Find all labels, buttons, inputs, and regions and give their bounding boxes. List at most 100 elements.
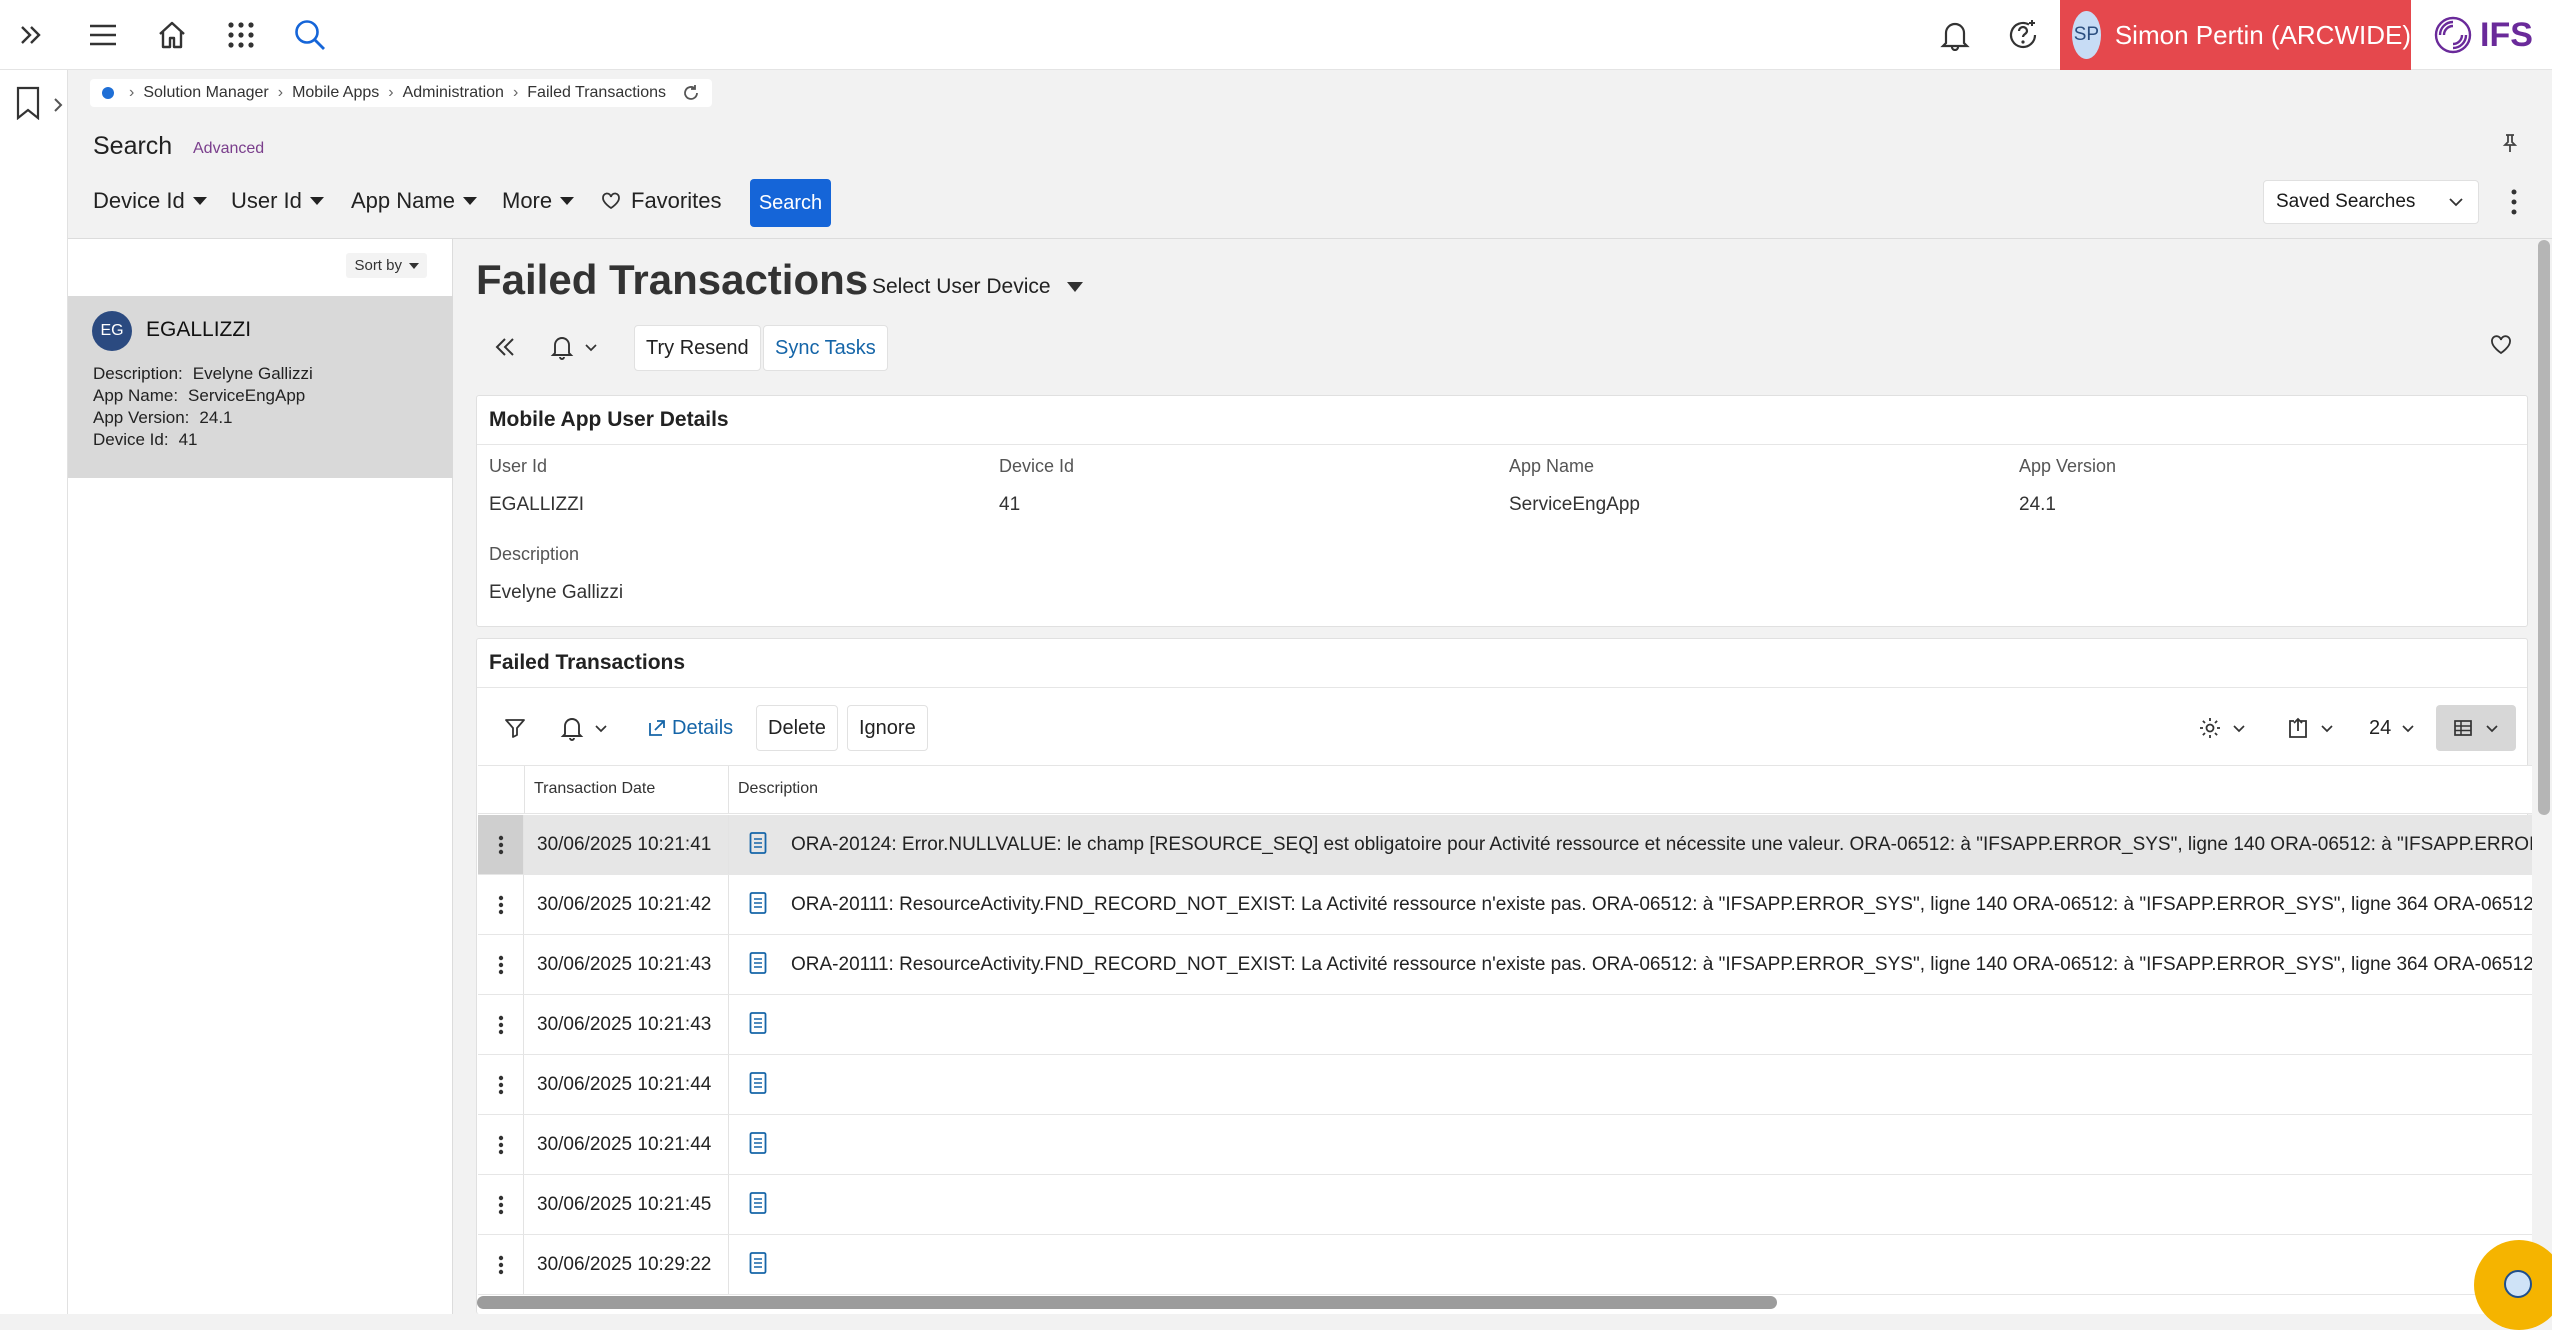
assistant-floating-button[interactable] xyxy=(2474,1240,2552,1330)
filter-more[interactable]: More xyxy=(502,188,575,214)
row-menu-icon[interactable] xyxy=(478,815,524,874)
breadcrumb-mobile-apps[interactable]: Mobile Apps xyxy=(292,84,379,102)
table-view-icon xyxy=(2453,719,2473,737)
document-icon[interactable] xyxy=(748,951,768,975)
advanced-search-link[interactable]: Advanced xyxy=(193,140,264,158)
sync-tasks-button[interactable]: Sync Tasks xyxy=(763,325,888,371)
table-row[interactable]: 30/06/2025 10:21:41 ORA-20124: Error.NULL… xyxy=(478,815,2532,875)
caret-down-icon xyxy=(560,197,575,205)
filter-app-name[interactable]: App Name xyxy=(351,188,477,214)
bell-icon xyxy=(560,715,584,741)
row-menu-icon[interactable] xyxy=(478,875,524,934)
cell-transaction-date: 30/06/2025 10:21:42 xyxy=(537,894,712,915)
apps-grid-icon[interactable] xyxy=(220,14,262,56)
cell-transaction-date: 30/06/2025 10:21:44 xyxy=(537,1074,712,1095)
collapse-panel-icon[interactable] xyxy=(492,334,518,360)
chevron-right-icon: › xyxy=(512,84,519,101)
user-id-value: EGALLIZZI xyxy=(489,494,585,515)
document-icon[interactable] xyxy=(748,891,768,915)
record-list-panel: Sort by EG EGALLIZZI Description: Evelyne… xyxy=(68,239,453,1314)
pin-icon[interactable] xyxy=(2500,133,2520,153)
row-menu-icon[interactable] xyxy=(478,1055,524,1114)
column-divider xyxy=(728,995,729,1054)
cell-transaction-date: 30/06/2025 10:21:45 xyxy=(537,1194,712,1215)
refresh-icon[interactable] xyxy=(682,84,700,102)
row-menu-icon[interactable] xyxy=(478,1235,524,1294)
home-icon[interactable] xyxy=(151,14,193,56)
row-menu-icon[interactable] xyxy=(478,1115,524,1174)
chevron-right-icon[interactable] xyxy=(53,98,63,112)
document-icon[interactable] xyxy=(748,1131,768,1155)
hamburger-menu-icon[interactable] xyxy=(82,14,124,56)
try-resend-button[interactable]: Try Resend xyxy=(634,325,761,371)
ifs-logo-text: IFS xyxy=(2480,15,2533,54)
cell-description: ORA-20124: Error.NULLVALUE: le champ [RE… xyxy=(791,834,2532,855)
breadcrumb-administration[interactable]: Administration xyxy=(403,84,504,102)
grid-notification-menu[interactable] xyxy=(560,705,608,751)
more-options-icon[interactable] xyxy=(2505,187,2523,217)
document-icon[interactable] xyxy=(748,1011,768,1035)
select-user-device-dropdown[interactable]: Select User Device xyxy=(872,275,1083,299)
document-icon[interactable] xyxy=(748,1191,768,1215)
table-row[interactable]: 30/06/2025 10:21:43 ORA-20111: ResourceAc… xyxy=(478,935,2532,995)
bookmark-icon[interactable] xyxy=(15,86,41,120)
expand-navigation-icon[interactable] xyxy=(10,14,52,56)
list-item-description: Description: Evelyne Gallizzi xyxy=(93,364,313,384)
app-version-value: 24.1 xyxy=(2019,494,2056,515)
document-icon[interactable] xyxy=(748,831,768,855)
search-button[interactable]: Search xyxy=(750,179,831,227)
saved-searches-select[interactable]: Saved Searches xyxy=(2263,180,2479,224)
user-menu[interactable]: SP Simon Pertin (ARCWIDE) xyxy=(2060,0,2411,70)
search-title: Search xyxy=(93,132,173,160)
table-row[interactable]: 30/06/2025 10:21:45 xyxy=(478,1175,2532,1235)
notification-settings-menu[interactable] xyxy=(550,334,598,360)
table-row[interactable]: 30/06/2025 10:29:22 xyxy=(478,1235,2532,1295)
breadcrumb-failed-transactions[interactable]: Failed Transactions xyxy=(527,84,666,102)
document-icon[interactable] xyxy=(748,1251,768,1275)
export-menu[interactable] xyxy=(2286,705,2334,751)
delete-button[interactable]: Delete xyxy=(756,705,838,751)
details-label: Details xyxy=(672,716,734,739)
column-header-description[interactable]: Description xyxy=(738,780,818,798)
breadcrumb-home-dot[interactable] xyxy=(102,87,114,99)
page-size-select[interactable]: 24 xyxy=(2369,705,2415,751)
row-menu-icon[interactable] xyxy=(478,935,524,994)
grid-settings-menu[interactable] xyxy=(2198,705,2246,751)
breadcrumb-solution-manager[interactable]: Solution Manager xyxy=(143,84,268,102)
app-name-value: ServiceEngApp xyxy=(1509,494,1640,515)
table-row[interactable]: 30/06/2025 10:21:44 xyxy=(478,1055,2532,1115)
filter-device-id-label: Device Id xyxy=(93,188,185,213)
sort-by-button[interactable]: Sort by xyxy=(346,253,427,278)
list-item-app-version: App Version: 24.1 xyxy=(93,408,233,428)
app-name-label: App Name xyxy=(1509,456,1595,476)
filter-user-id[interactable]: User Id xyxy=(231,188,324,214)
caret-down-icon xyxy=(309,197,324,205)
search-icon[interactable] xyxy=(289,14,331,56)
ignore-button[interactable]: Ignore xyxy=(847,705,928,751)
chevron-down-icon xyxy=(584,343,598,352)
device-id-value: 41 xyxy=(178,430,198,449)
column-header-transaction-date[interactable]: Transaction Date xyxy=(534,780,655,798)
table-row[interactable]: 30/06/2025 10:21:43 xyxy=(478,995,2532,1055)
favorite-heart-icon[interactable] xyxy=(2490,335,2512,355)
row-menu-icon[interactable] xyxy=(478,1175,524,1234)
document-icon[interactable] xyxy=(748,1071,768,1095)
favorites-filter[interactable]: Favorites xyxy=(601,188,721,214)
table-row[interactable]: 30/06/2025 10:21:42 ORA-20111: ResourceAc… xyxy=(478,875,2532,935)
vertical-scrollbar[interactable] xyxy=(2538,240,2550,815)
notifications-bell-icon[interactable] xyxy=(1934,14,1976,56)
saved-searches-label: Saved Searches xyxy=(2276,191,2416,212)
table-row[interactable]: 30/06/2025 10:21:44 xyxy=(478,1115,2532,1175)
horizontal-scrollbar[interactable] xyxy=(477,1296,1777,1309)
device-id-value: 41 xyxy=(999,494,1021,515)
list-item[interactable]: EG EGALLIZZI Description: Evelyne Gallizz… xyxy=(68,296,453,478)
filter-app-name-label: App Name xyxy=(351,188,455,213)
filter-device-id[interactable]: Device Id xyxy=(93,188,207,214)
help-icon[interactable] xyxy=(2002,14,2044,56)
row-menu-icon[interactable] xyxy=(478,995,524,1054)
view-mode-menu[interactable] xyxy=(2436,705,2516,751)
app-name-value: ServiceEngApp xyxy=(188,386,306,405)
chevron-down-icon xyxy=(2320,724,2334,733)
details-button[interactable]: Details xyxy=(648,705,733,751)
filter-icon[interactable] xyxy=(503,705,527,751)
